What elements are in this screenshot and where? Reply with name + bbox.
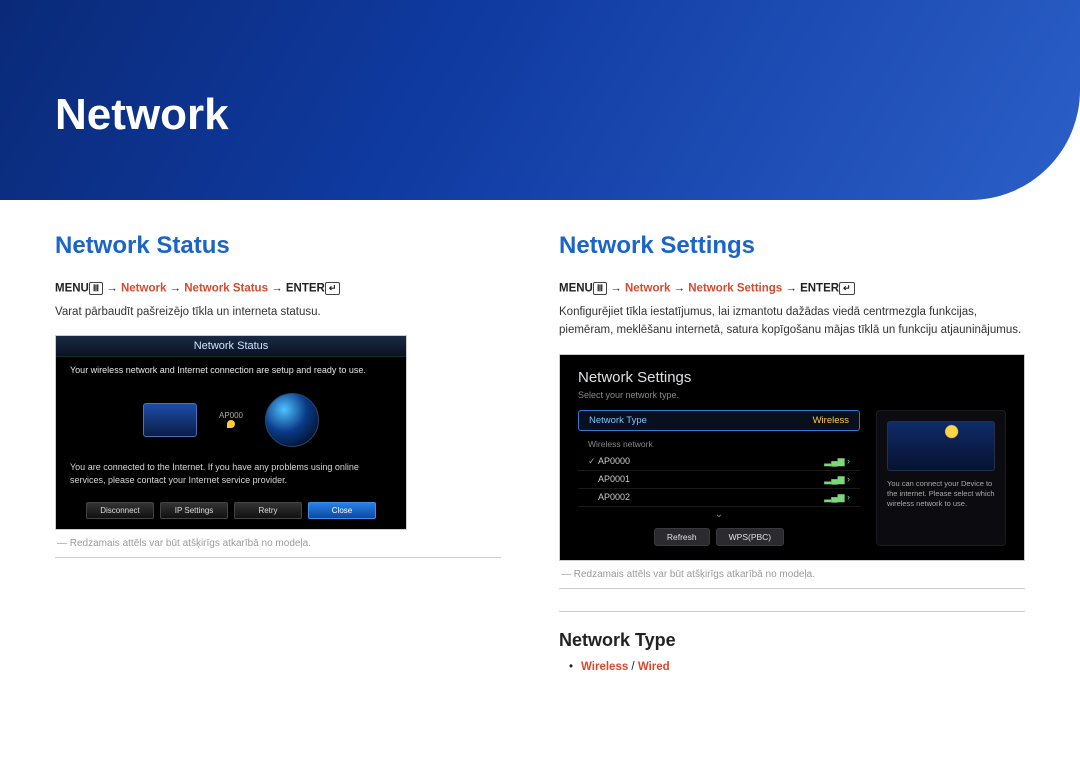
screenshot-network-status: Network Status Your wireless network and… [55,335,407,529]
chevron-down-icon[interactable]: ⌄ [578,507,860,520]
connection-info: You are connected to the Internet. If yo… [56,455,406,495]
section-description: Konfigurējiet tīkla iestatījumus, lai iz… [559,303,1025,340]
arrow-icon: → [103,283,121,295]
connection-diagram: AP000 [56,383,406,455]
arrow-icon: → [670,283,688,295]
wireless-network-label: Wireless network [578,437,860,453]
path-seg-2: Network Settings [688,283,782,295]
enter-icon: ↵ [325,282,341,295]
enter-label: ENTER [800,283,839,295]
retry-button[interactable]: Retry [234,502,302,519]
bullet-icon: • [569,661,581,673]
section-description: Varat pārbaudīt pašreizējo tīkla un inte… [55,303,501,321]
image-note: ― Redzamais attēls var būt atšķirīgs atk… [559,561,1025,589]
menu-icon: Ⅲ [593,282,607,295]
signal-icon: ▂▄▆ › [824,492,850,503]
divider [559,611,1025,612]
row-label: Network Type [589,415,647,426]
side-panel: You can connect your Device to the inter… [876,410,1006,546]
network-type-row[interactable]: Network Type Wireless [578,410,860,431]
content-columns: Network Status MENUⅢ → Network → Network… [0,200,1080,673]
side-help-text: You can connect your Device to the inter… [887,479,995,509]
option-bullet: •Wireless / Wired [559,661,1025,673]
ap-name: AP0000 [598,456,824,466]
signal-icon: ▂▄▆ › [824,474,850,485]
disconnect-button[interactable]: Disconnect [86,502,154,519]
close-button[interactable]: Close [308,502,376,519]
ap-name: AP0001 [598,474,824,484]
dialog-subtitle: Select your network type. [578,390,1006,400]
tv-icon [143,403,197,437]
enter-icon: ↵ [839,282,855,295]
menu-path-status: MENUⅢ → Network → Network Status → ENTER… [55,282,501,295]
menu-path-settings: MENUⅢ → Network → Network Settings → ENT… [559,282,1025,295]
check-icon: ✓ [588,456,598,467]
path-seg-1: Network [121,283,166,295]
option-wireless: Wireless [581,661,628,673]
subsection-heading: Network Type [559,630,1025,651]
section-heading-settings: Network Settings [559,232,1025,260]
screenshot-network-settings: Network Settings Select your network typ… [559,354,1025,561]
arrow-icon: → [782,283,800,295]
column-network-settings: Network Settings MENUⅢ → Network → Netwo… [559,232,1025,673]
dialog-title: Network Settings [578,369,1006,386]
signal-icon: ▂▄▆ › [824,456,850,467]
wifi-icon [227,420,235,428]
ap-label: AP000 [219,411,243,420]
enter-label: ENTER [286,283,325,295]
option-wired: Wired [638,661,670,673]
path-seg-1: Network [625,283,670,295]
globe-icon [265,393,319,447]
ap-row[interactable]: AP0002 ▂▄▆ › [578,489,860,507]
refresh-button[interactable]: Refresh [654,528,710,546]
chapter-title: Network [55,90,1080,140]
row-value: Wireless [813,415,849,426]
dialog-title: Network Status [56,336,406,357]
option-sep: / [628,661,638,673]
settings-list: Network Type Wireless Wireless network ✓… [578,410,860,546]
arrow-icon: → [268,283,286,295]
column-network-status: Network Status MENUⅢ → Network → Network… [55,232,501,673]
menu-icon: Ⅲ [89,282,103,295]
wps-button[interactable]: WPS(PBC) [716,528,785,546]
dialog-button-bar: Disconnect IP Settings Retry Close [56,496,406,529]
arrow-icon: → [607,283,625,295]
ip-settings-button[interactable]: IP Settings [160,502,228,519]
wifi-illustration [887,421,995,471]
chapter-banner: Network [0,0,1080,200]
menu-label: MENU [559,283,593,295]
image-note: ― Redzamais attēls var būt atšķirīgs atk… [55,530,501,558]
status-message: Your wireless network and Internet conne… [56,357,406,383]
ap-row[interactable]: ✓ AP0000 ▂▄▆ › [578,453,860,471]
menu-label: MENU [55,283,89,295]
path-seg-2: Network Status [184,283,268,295]
arrow-icon: → [166,283,184,295]
ap-name: AP0002 [598,492,824,502]
section-heading-status: Network Status [55,232,501,260]
ap-row[interactable]: AP0001 ▂▄▆ › [578,471,860,489]
